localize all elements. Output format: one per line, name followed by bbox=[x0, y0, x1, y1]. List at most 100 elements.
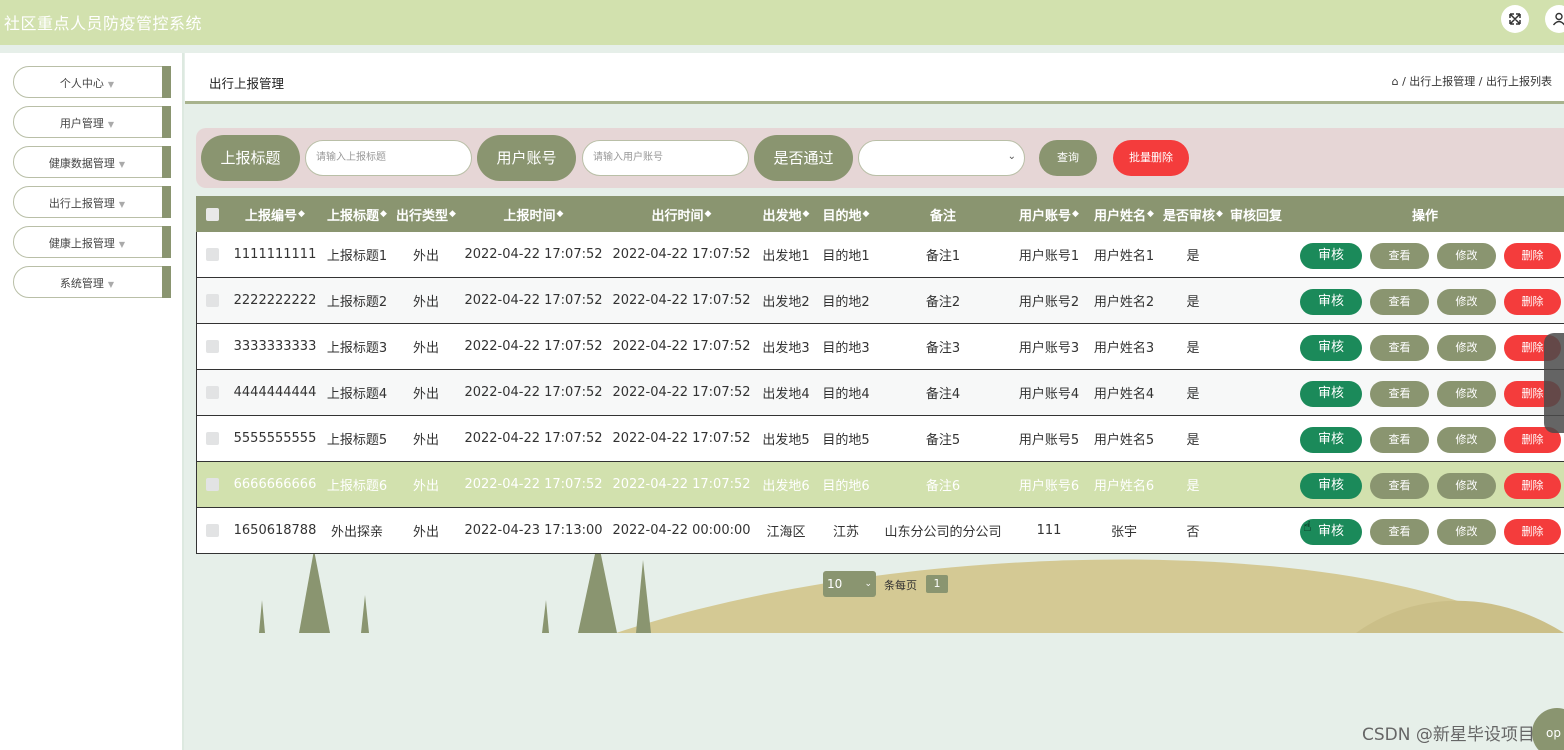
sidebar-item-system-management[interactable]: 系统管理 ▼ bbox=[13, 266, 171, 298]
table-cell: 出发地4 bbox=[762, 387, 810, 402]
edit-button[interactable]: 修改 bbox=[1437, 427, 1496, 453]
table-cell: 备注1 bbox=[925, 249, 961, 264]
delete-button[interactable]: 删除 bbox=[1504, 473, 1561, 499]
table-cell: 用户姓名6 bbox=[1093, 479, 1155, 494]
delete-button[interactable]: 删除 bbox=[1504, 243, 1561, 269]
sort-icon: ◆ bbox=[298, 209, 305, 219]
view-button[interactable]: 查看 bbox=[1370, 243, 1429, 269]
row-checkbox[interactable] bbox=[205, 248, 219, 261]
table-cell: 外出 bbox=[412, 341, 439, 356]
table-row[interactable]: 1111111111 上报标题1 外出 2022-04-22 17:07:52 2022… bbox=[196, 232, 1564, 278]
table-cell: 用户姓名4 bbox=[1093, 387, 1155, 402]
table-cell: 是 bbox=[1186, 433, 1200, 448]
table-cell bbox=[1226, 324, 1286, 369]
table-cell: 用户姓名5 bbox=[1093, 433, 1155, 448]
audit-button[interactable]: 审核 bbox=[1300, 427, 1362, 453]
table-row[interactable]: 2222222222 上报标题2 外出 2022-04-22 17:07:52 2022… bbox=[196, 278, 1564, 324]
table-cell: 外出探亲 bbox=[330, 525, 383, 540]
table-cell: 2022-04-22 17:07:52 bbox=[612, 385, 751, 400]
row-checkbox[interactable] bbox=[205, 340, 219, 353]
page-title: 出行上报管理 bbox=[209, 76, 285, 91]
table-row[interactable]: 6666666666 上报标题6 外出 2022-04-22 17:07:52 2022… bbox=[196, 462, 1564, 508]
edit-button[interactable]: 修改 bbox=[1437, 519, 1496, 545]
table-cell: 江苏 bbox=[832, 525, 859, 540]
column-header[interactable]: 上报时间 ◆ bbox=[460, 196, 607, 232]
fullscreen-icon[interactable] bbox=[1501, 5, 1529, 33]
user-icon[interactable] bbox=[1545, 5, 1564, 33]
row-checkbox[interactable] bbox=[205, 294, 219, 307]
search-bar: 上报标题 请输入上报标题 用户账号 请输入用户账号 是否通过 ⌄ 查询 批量删除 bbox=[196, 128, 1564, 188]
edit-button[interactable]: 修改 bbox=[1437, 381, 1496, 407]
column-header[interactable]: 上报编号 ◆ bbox=[228, 196, 322, 232]
edit-button[interactable]: 修改 bbox=[1437, 473, 1496, 499]
column-header: 备注 bbox=[929, 208, 956, 224]
table-cell: 是 bbox=[1186, 295, 1200, 310]
audit-button[interactable]: 审核 bbox=[1300, 243, 1362, 269]
audit-button[interactable]: 审核 bbox=[1300, 335, 1362, 361]
table-cell: 用户姓名2 bbox=[1093, 295, 1155, 310]
account-search-input[interactable]: 请输入用户账号 bbox=[582, 140, 749, 176]
view-button[interactable]: 查看 bbox=[1370, 289, 1429, 315]
sidebar-item-label: 个人中心 bbox=[59, 77, 104, 90]
edit-button[interactable]: 修改 bbox=[1437, 243, 1496, 269]
row-checkbox[interactable] bbox=[205, 478, 219, 491]
column-header[interactable]: 出发地 ◆ bbox=[756, 196, 816, 232]
sidebar-item-travel-report[interactable]: 出行上报管理 ▼ bbox=[13, 186, 171, 218]
delete-button[interactable]: 删除 bbox=[1504, 289, 1561, 315]
table-row[interactable]: 1650618788 外出探亲 外出 2022-04-23 17:13:00 2022-… bbox=[196, 508, 1564, 554]
sidebar-item-health-data[interactable]: 健康数据管理 ▼ bbox=[13, 146, 171, 178]
sort-icon: ◆ bbox=[704, 209, 712, 219]
sidebar-item-user-management[interactable]: 用户管理 ▼ bbox=[13, 106, 171, 138]
column-header[interactable]: 目的地 ◆ bbox=[816, 196, 876, 232]
query-button[interactable]: 查询 bbox=[1039, 140, 1097, 176]
column-header[interactable]: 是否审核 ◆ bbox=[1160, 196, 1226, 232]
page-number-button[interactable]: 1 bbox=[926, 575, 948, 593]
batch-delete-button[interactable]: 批量删除 bbox=[1113, 140, 1189, 176]
sidebar-item-personal-center[interactable]: 个人中心 ▼ bbox=[13, 66, 171, 98]
table-cell: 2022-04-22 17:07:52 bbox=[464, 385, 603, 400]
table-cell: 1650618788 bbox=[233, 523, 317, 538]
back-to-top-button[interactable]: op bbox=[1532, 708, 1564, 750]
table-row[interactable]: 4444444444 上报标题4 外出 2022-04-22 17:07:52 2022… bbox=[196, 370, 1564, 416]
row-select-cell bbox=[196, 508, 228, 553]
column-header[interactable]: 上报标题 ◆ bbox=[322, 196, 392, 232]
view-button[interactable]: 查看 bbox=[1370, 519, 1429, 545]
view-button[interactable]: 查看 bbox=[1370, 335, 1429, 361]
row-checkbox[interactable] bbox=[205, 386, 219, 399]
table-cell: 2022-04-22 17:07:52 bbox=[612, 339, 751, 354]
audit-button[interactable]: 审核 bbox=[1300, 381, 1362, 407]
column-header[interactable]: 用户姓名 ◆ bbox=[1088, 196, 1160, 232]
audit-button[interactable]: 审核 bbox=[1300, 473, 1362, 499]
table-row[interactable]: 5555555555 上报标题5 外出 2022-04-22 17:07:52 2022… bbox=[196, 416, 1564, 462]
column-header[interactable]: 出行类型 ◆ bbox=[392, 196, 460, 232]
sidebar-item-label: 用户管理 bbox=[59, 117, 104, 130]
table-cell: 外出 bbox=[412, 249, 439, 264]
edit-button[interactable]: 修改 bbox=[1437, 289, 1496, 315]
table-row[interactable]: 3333333333 上报标题3 外出 2022-04-22 17:07:52 2022… bbox=[196, 324, 1564, 370]
view-button[interactable]: 查看 bbox=[1370, 427, 1429, 453]
column-header[interactable]: 用户账号 ◆ bbox=[1010, 196, 1088, 232]
table-cell: 3333333333 bbox=[233, 339, 317, 354]
title-search-input[interactable]: 请输入上报标题 bbox=[305, 140, 472, 176]
edit-button[interactable]: 修改 bbox=[1437, 335, 1496, 361]
row-checkbox[interactable] bbox=[205, 524, 219, 537]
table-cell: 2022-04-22 17:07:52 bbox=[464, 247, 603, 262]
delete-button[interactable]: 删除 bbox=[1504, 519, 1561, 545]
scroll-handle[interactable] bbox=[1544, 333, 1564, 433]
table-cell: 是 bbox=[1186, 341, 1200, 356]
breadcrumb[interactable]: ⌂ / 出行上报管理 / 出行上报列表 bbox=[1392, 73, 1552, 89]
view-button[interactable]: 查看 bbox=[1370, 381, 1429, 407]
select-all-checkbox[interactable] bbox=[205, 207, 219, 221]
passed-filter-label: 是否通过 bbox=[754, 135, 853, 181]
table-cell: 目的地6 bbox=[822, 479, 870, 494]
caret-down-icon: ▼ bbox=[118, 240, 126, 249]
page-size-select[interactable]: 10 ⌄ bbox=[823, 571, 876, 597]
row-checkbox[interactable] bbox=[205, 432, 219, 445]
passed-filter-select[interactable]: ⌄ bbox=[858, 140, 1025, 176]
sidebar-item-health-report[interactable]: 健康上报管理 ▼ bbox=[13, 226, 171, 258]
caret-down-icon: ▼ bbox=[107, 280, 115, 289]
view-button[interactable]: 查看 bbox=[1370, 473, 1429, 499]
column-header[interactable]: 出行时间 ◆ bbox=[607, 196, 756, 232]
table-cell: 是 bbox=[1186, 479, 1200, 494]
audit-button[interactable]: 审核 bbox=[1300, 289, 1362, 315]
